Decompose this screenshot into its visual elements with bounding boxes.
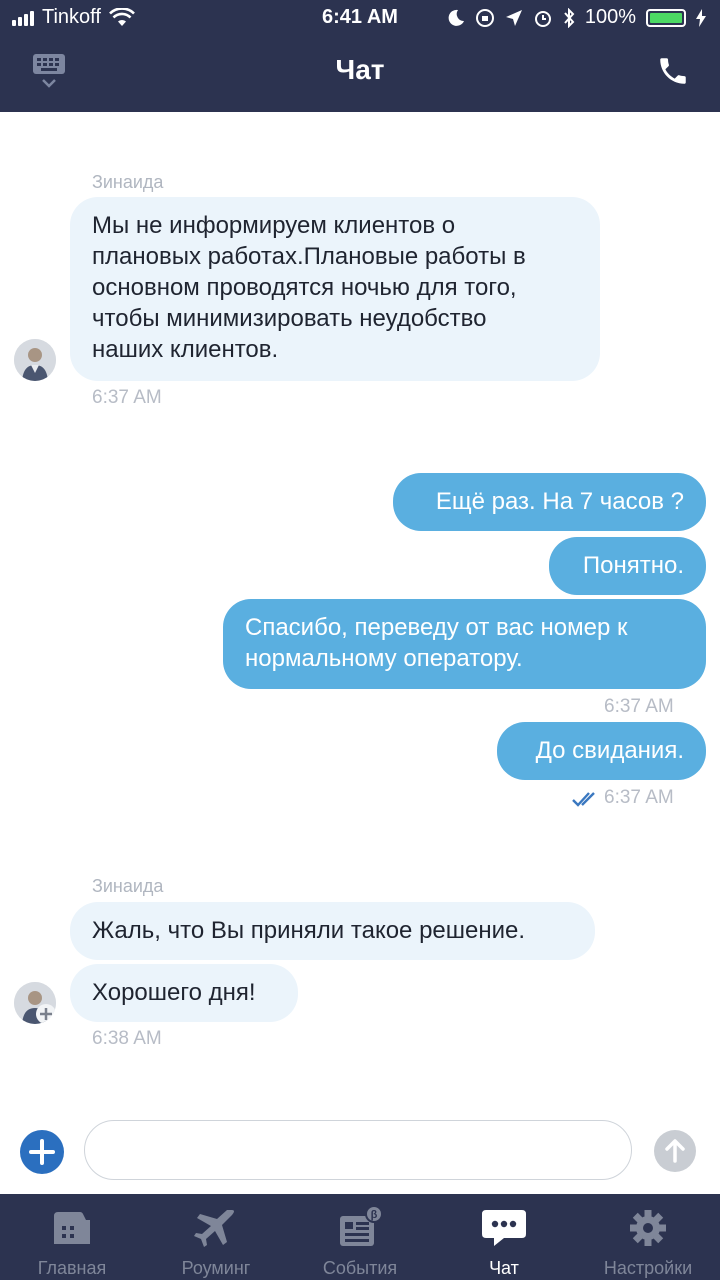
airplane-icon <box>194 1210 234 1247</box>
battery-percent: 100% <box>584 6 636 28</box>
charging-icon <box>696 8 706 27</box>
status-bar: Tinkoff 6:41 AM 100% <box>0 0 720 36</box>
call-button[interactable] <box>656 54 690 88</box>
alarm-icon <box>534 10 551 27</box>
incoming-message[interactable]: Мы не информируем клиентов о плановых ра… <box>70 197 600 381</box>
message-time: 6:37 AM <box>92 387 162 408</box>
tab-label: События <box>322 1258 398 1278</box>
message-time: 6:37 AM <box>604 696 674 717</box>
message-input[interactable] <box>84 1120 632 1180</box>
bluetooth-icon <box>564 7 575 28</box>
tab-label: Роуминг <box>181 1258 251 1278</box>
avatar[interactable] <box>14 982 56 1024</box>
tab-chat[interactable]: Чат <box>432 1194 576 1280</box>
battery-icon <box>646 8 686 27</box>
message-line: наших клиентов. <box>92 336 279 363</box>
message-line: нормальному оператору. <box>245 645 523 672</box>
tab-events[interactable]: β События <box>288 1194 432 1280</box>
message-line: Мы не информируем клиентов о <box>92 212 456 239</box>
outgoing-message[interactable]: Ещё раз. На 7 часов ? <box>393 473 706 531</box>
page-title: Чат <box>335 54 385 85</box>
chat-area[interactable]: Зинаида Мы не информируем клиентов о пла… <box>0 112 720 1112</box>
status-icons: 100% <box>447 6 706 29</box>
avatar[interactable] <box>14 339 56 381</box>
outgoing-message[interactable]: Понятно. <box>549 537 706 595</box>
tab-label: Чат <box>489 1258 519 1278</box>
message-line: основном проводятся ночью для того, <box>92 274 517 301</box>
tab-main[interactable]: Главная <box>0 1194 144 1280</box>
tab-bar: Главная Роуминг β События Чат Настройки <box>0 1194 720 1280</box>
outgoing-message[interactable]: До свидания. <box>497 722 706 780</box>
incoming-message[interactable]: Жаль, что Вы приняли такое решение. <box>70 902 595 960</box>
news-icon: β <box>340 1206 383 1246</box>
rotation-lock-icon <box>475 8 494 27</box>
gear-icon <box>630 1210 666 1246</box>
plus-icon <box>29 1139 55 1165</box>
message-line: Спасибо, переведу от вас номер к <box>245 614 628 641</box>
agent-avatar-icon <box>14 982 56 1024</box>
message-time: 6:38 AM <box>92 1028 162 1049</box>
outgoing-message[interactable]: Спасибо, переведу от вас номер к нормаль… <box>223 599 706 689</box>
attach-button[interactable] <box>20 1130 64 1174</box>
composer <box>0 1112 720 1194</box>
incoming-message[interactable]: Хорошего дня! <box>70 964 298 1022</box>
chat-icon <box>482 1210 526 1246</box>
tab-settings[interactable]: Настройки <box>576 1194 720 1280</box>
tab-label: Настройки <box>603 1258 693 1278</box>
double-check-icon <box>572 792 595 807</box>
tab-label: Главная <box>37 1258 107 1278</box>
sender-name: Зинаида <box>92 876 164 896</box>
svg-text:β: β <box>371 1209 378 1221</box>
moon-icon <box>448 9 464 26</box>
message-time: 6:37 AM <box>604 787 674 808</box>
tab-roaming[interactable]: Роуминг <box>144 1194 288 1280</box>
send-button[interactable] <box>654 1130 696 1172</box>
agent-avatar-icon <box>14 339 56 381</box>
wallet-icon <box>54 1212 90 1244</box>
arrow-up-icon <box>665 1139 685 1163</box>
message-line: плановых работах.Плановые работы в <box>92 243 526 270</box>
phone-icon <box>660 58 686 84</box>
chat-header: Чат <box>0 36 720 112</box>
message-line: чтобы минимизировать неудобство <box>92 305 487 332</box>
sender-name: Зинаида <box>92 172 164 192</box>
location-icon <box>505 9 522 26</box>
